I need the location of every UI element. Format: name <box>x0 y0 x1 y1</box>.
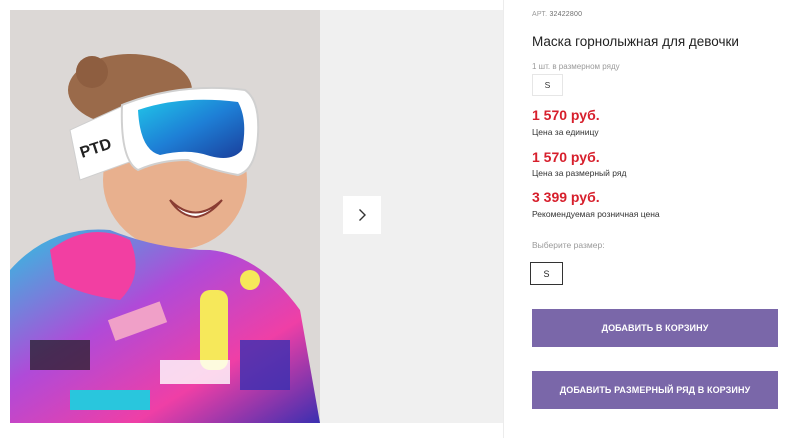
pack-size-badge: S <box>532 74 563 96</box>
product-photo[interactable]: PTD <box>10 10 320 423</box>
gallery-next-button[interactable] <box>343 196 381 234</box>
product-gallery: PTD <box>10 10 503 423</box>
price-retail-note: Рекомендуемая розничная цена <box>532 209 660 219</box>
product-title: Маска горнолыжная для девочки <box>532 34 739 49</box>
price-retail: 3 399 руб. <box>532 189 600 205</box>
article-number: АРТ. 32422800 <box>532 11 582 18</box>
chevron-right-icon <box>359 209 366 221</box>
add-size-row-button[interactable]: ДОБАВИТЬ РАЗМЕРНЫЙ РЯД В КОРЗИНУ <box>532 371 778 409</box>
size-option-s[interactable]: S <box>530 262 563 285</box>
article-label: АРТ. <box>532 11 548 18</box>
price-unit-note: Цена за единицу <box>532 127 599 137</box>
price-size-row-note: Цена за размерный ряд <box>532 168 627 178</box>
price-size-row: 1 570 руб. <box>532 149 600 165</box>
product-photo-illustration: PTD <box>10 10 320 423</box>
price-unit: 1 570 руб. <box>532 107 600 123</box>
size-select-label: Выберите размер: <box>532 240 605 250</box>
pack-label: 1 шт. в размерном ряду <box>532 62 620 71</box>
panel-divider <box>503 0 504 438</box>
add-to-cart-button[interactable]: ДОБАВИТЬ В КОРЗИНУ <box>532 309 778 347</box>
article-value: 32422800 <box>549 11 583 18</box>
